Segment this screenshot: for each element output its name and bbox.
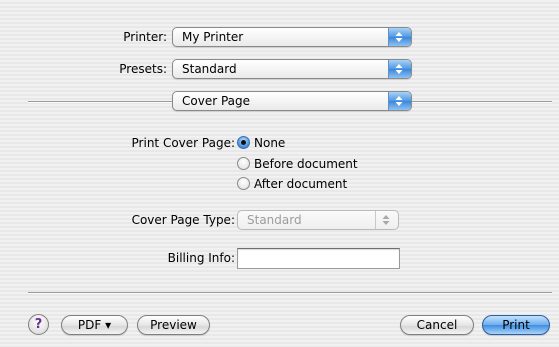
cover-page-type-popup: Standard bbox=[237, 210, 399, 230]
separator-left bbox=[28, 101, 172, 103]
panel-popup-value: Cover Page bbox=[182, 94, 251, 108]
radio-before-document-label: Before document bbox=[254, 157, 358, 171]
printer-label: Printer: bbox=[123, 30, 167, 44]
radio-none-label: None bbox=[254, 136, 286, 150]
radio-before-document-button[interactable] bbox=[237, 157, 250, 170]
printer-popup[interactable]: My Printer bbox=[172, 27, 412, 47]
updown-arrows-icon bbox=[388, 92, 411, 110]
pdf-menu-button[interactable]: PDF ▾ bbox=[61, 315, 128, 335]
print-dialog: { "printer": { "label": "Printer:", "val… bbox=[0, 0, 559, 347]
radio-after-document-label: After document bbox=[254, 177, 348, 191]
updown-arrows-icon bbox=[388, 28, 411, 46]
print-button[interactable]: Print bbox=[482, 315, 550, 335]
radio-none-button[interactable] bbox=[237, 136, 250, 149]
cover-page-type-value: Standard bbox=[247, 213, 302, 227]
panel-popup[interactable]: Cover Page bbox=[172, 91, 412, 111]
separator-right bbox=[412, 101, 552, 103]
cancel-button[interactable]: Cancel bbox=[400, 315, 474, 335]
billing-info-label: Billing Info: bbox=[167, 251, 235, 265]
printer-popup-value: My Printer bbox=[182, 30, 244, 44]
radio-after-document-button[interactable] bbox=[237, 177, 250, 190]
updown-arrows-icon bbox=[375, 211, 398, 229]
updown-arrows-icon bbox=[388, 60, 411, 78]
help-button[interactable]: ? bbox=[28, 314, 49, 335]
presets-popup-value: Standard bbox=[182, 62, 237, 76]
preview-button[interactable]: Preview bbox=[137, 315, 210, 335]
presets-label: Presets: bbox=[119, 62, 167, 76]
bottom-separator bbox=[28, 292, 552, 294]
print-cover-page-label: Print Cover Page: bbox=[131, 136, 235, 150]
presets-popup[interactable]: Standard bbox=[172, 59, 412, 79]
cover-page-type-label: Cover Page Type: bbox=[131, 213, 235, 227]
billing-info-field[interactable] bbox=[237, 248, 400, 269]
